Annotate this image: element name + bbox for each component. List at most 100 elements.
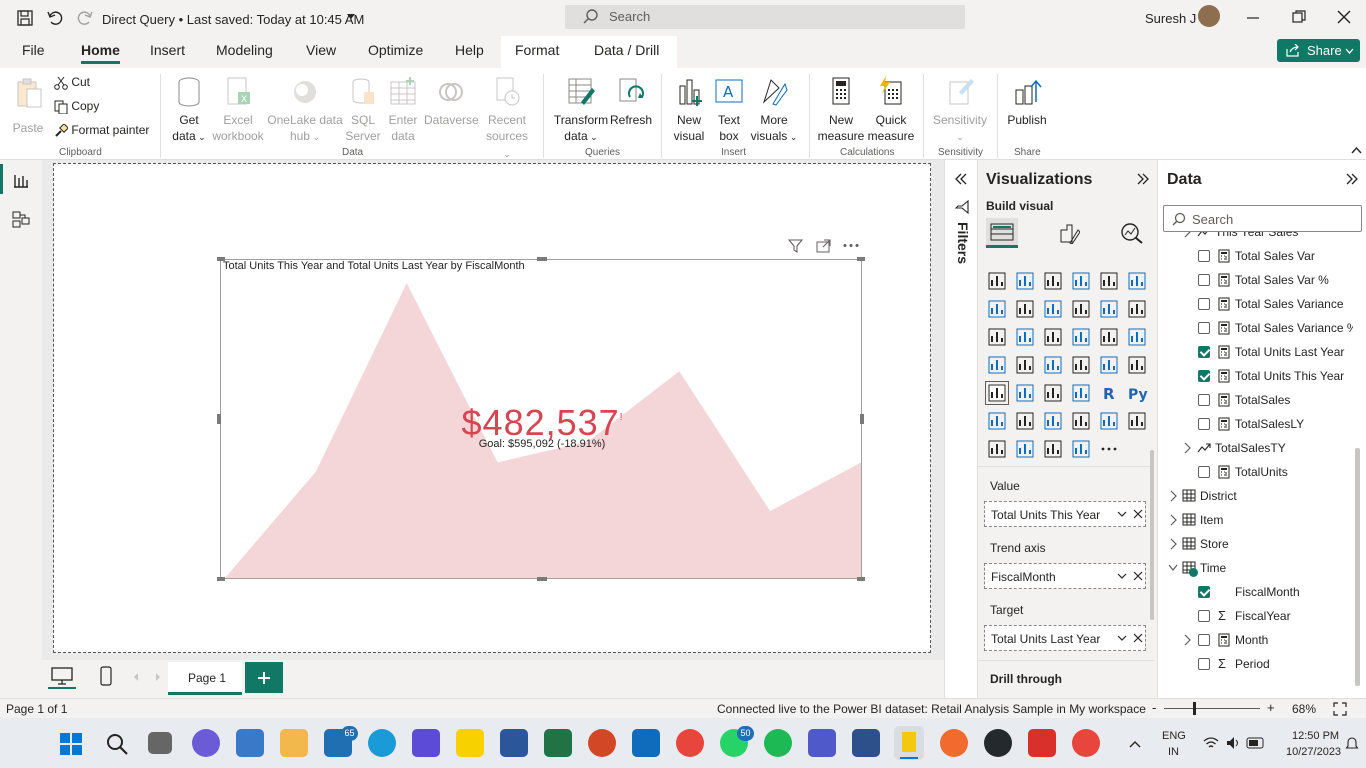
search-box[interactable]: Search — [565, 5, 965, 29]
power-apps-visual-icon[interactable] — [1016, 440, 1034, 458]
data-field-item[interactable]: Total Units Last Year — [1158, 340, 1353, 364]
cut-button[interactable]: Cut — [54, 74, 90, 90]
chevron-right-icon[interactable] — [1182, 442, 1192, 454]
remove-field-icon[interactable] — [1133, 571, 1143, 581]
chevron-right-icon[interactable] — [1182, 634, 1192, 646]
new-measure-button[interactable]: New measure — [816, 76, 866, 144]
taskbar-search-icon[interactable] — [106, 733, 128, 755]
line-clustered-visual-icon[interactable] — [1100, 300, 1118, 318]
next-page-icon[interactable] — [154, 672, 162, 682]
build-visual-tab[interactable] — [986, 218, 1018, 248]
data-field-item[interactable]: Item — [1158, 508, 1353, 532]
outlook-icon[interactable] — [632, 729, 660, 757]
field-checkbox[interactable] — [1198, 250, 1210, 262]
format-visual-icon[interactable] — [1058, 222, 1080, 244]
model-view-icon[interactable] — [12, 210, 30, 228]
chrome-profile-icon[interactable] — [1072, 729, 1100, 757]
fit-to-page-icon[interactable] — [1333, 702, 1347, 716]
redo-icon[interactable] — [76, 9, 94, 27]
data-field-item[interactable]: TotalUnits — [1158, 460, 1353, 484]
data-field-item[interactable]: Total Sales Variance % — [1158, 316, 1353, 340]
stacked-bar-visual-icon[interactable] — [988, 272, 1006, 290]
target-field-well[interactable]: Total Units Last Year — [984, 625, 1146, 651]
table-visual-icon[interactable] — [1044, 384, 1062, 402]
power-bi-active-icon[interactable] — [894, 726, 924, 760]
resize-handle[interactable] — [217, 414, 221, 424]
github-icon[interactable] — [984, 729, 1012, 757]
chevron-right-icon[interactable] — [1168, 490, 1178, 502]
field-checkbox[interactable] — [1198, 274, 1210, 286]
area-visual-icon[interactable] — [1016, 300, 1034, 318]
format-painter-button[interactable]: Format painter — [54, 122, 149, 138]
field-checkbox[interactable] — [1198, 466, 1210, 478]
copilot-icon[interactable] — [412, 729, 440, 757]
tab-file[interactable]: File — [22, 42, 45, 58]
data-field-item[interactable]: TotalSales — [1158, 388, 1353, 412]
data-field-item[interactable]: Total Sales Var — [1158, 244, 1353, 268]
field-checkbox[interactable] — [1198, 586, 1210, 598]
zoom-slider[interactable] — [1164, 708, 1260, 709]
clustered-bar-visual-icon[interactable] — [1044, 272, 1062, 290]
collapse-ribbon-icon[interactable] — [1351, 146, 1362, 154]
treemap-visual-icon[interactable] — [1128, 328, 1146, 346]
resize-handle[interactable] — [857, 577, 865, 581]
ssms-icon[interactable] — [852, 729, 880, 757]
avatar[interactable] — [1198, 5, 1220, 27]
report-view-icon[interactable] — [13, 172, 29, 188]
drill-through-header[interactable]: Drill through — [990, 672, 1062, 686]
zoom-out-button[interactable]: - — [1152, 700, 1156, 715]
line-column-visual-icon[interactable] — [1072, 300, 1090, 318]
ribbon-visual-icon[interactable] — [1128, 300, 1146, 318]
data-field-item[interactable]: Total Sales Variance — [1158, 292, 1353, 316]
value-field-well[interactable]: Total Units This Year — [984, 501, 1146, 527]
gauge-visual-icon[interactable] — [1072, 356, 1090, 374]
file-explorer-icon[interactable] — [280, 729, 308, 757]
paste-button[interactable]: Paste — [10, 76, 46, 135]
line-visual-icon[interactable] — [988, 300, 1006, 318]
clock-time[interactable]: 12:50 PM — [1292, 730, 1339, 742]
trend-axis-field-well[interactable]: FiscalMonth — [984, 563, 1146, 589]
tab-home[interactable]: Home — [81, 42, 120, 64]
save-icon[interactable] — [16, 9, 34, 27]
word-icon[interactable] — [500, 729, 528, 757]
minimize-icon[interactable] — [1246, 11, 1260, 25]
resize-handle[interactable] — [537, 577, 547, 581]
mobile-layout-icon[interactable] — [100, 666, 112, 686]
powerpoint-icon[interactable] — [588, 729, 616, 757]
scatter-visual-icon[interactable] — [1044, 328, 1062, 346]
data-search-input[interactable]: Search — [1163, 205, 1362, 232]
windows-start-icon[interactable] — [60, 733, 82, 755]
pane-scrollbar[interactable] — [1150, 450, 1154, 620]
tab-view[interactable]: View — [306, 42, 336, 58]
field-checkbox[interactable] — [1198, 394, 1210, 406]
chevron-right-icon[interactable] — [1182, 232, 1192, 238]
tab-modeling[interactable]: Modeling — [216, 42, 273, 58]
field-checkbox[interactable] — [1198, 370, 1210, 382]
resize-handle[interactable] — [860, 414, 864, 424]
spotify-icon[interactable] — [764, 729, 792, 757]
language-indicator[interactable]: ENG — [1162, 730, 1186, 742]
field-checkbox[interactable] — [1198, 634, 1210, 646]
tab-optimize[interactable]: Optimize — [368, 42, 423, 58]
page-tab[interactable]: Page 1 — [168, 662, 242, 695]
desktop-layout-icon[interactable] — [51, 667, 73, 685]
more-options-icon[interactable] — [843, 243, 859, 248]
zoom-slider-thumb[interactable] — [1193, 702, 1196, 715]
pdf-app-icon[interactable] — [1028, 729, 1056, 757]
focus-mode-icon[interactable] — [816, 239, 831, 253]
whatsapp-icon[interactable]: 50 — [720, 726, 754, 757]
stacked-column-visual-icon[interactable] — [1016, 272, 1034, 290]
resize-handle[interactable] — [217, 257, 225, 261]
onelake-data-hub-button[interactable]: OneLake data hub ⌄ — [266, 76, 344, 145]
text-box-button[interactable]: A Text box — [712, 76, 746, 144]
field-checkbox[interactable] — [1198, 322, 1210, 334]
chevron-down-icon[interactable] — [346, 13, 356, 21]
data-field-item[interactable]: Time — [1158, 556, 1353, 580]
chrome-icon[interactable] — [676, 729, 704, 757]
data-field-item[interactable]: This Year Sales — [1158, 232, 1353, 244]
data-field-item[interactable]: Total Units This Year — [1158, 364, 1353, 388]
resize-handle[interactable] — [857, 257, 865, 261]
collapse-pane-icon[interactable] — [1136, 172, 1150, 186]
data-field-item[interactable]: District — [1158, 484, 1353, 508]
excel-workbook-button[interactable]: X Excel workbook — [210, 76, 266, 144]
